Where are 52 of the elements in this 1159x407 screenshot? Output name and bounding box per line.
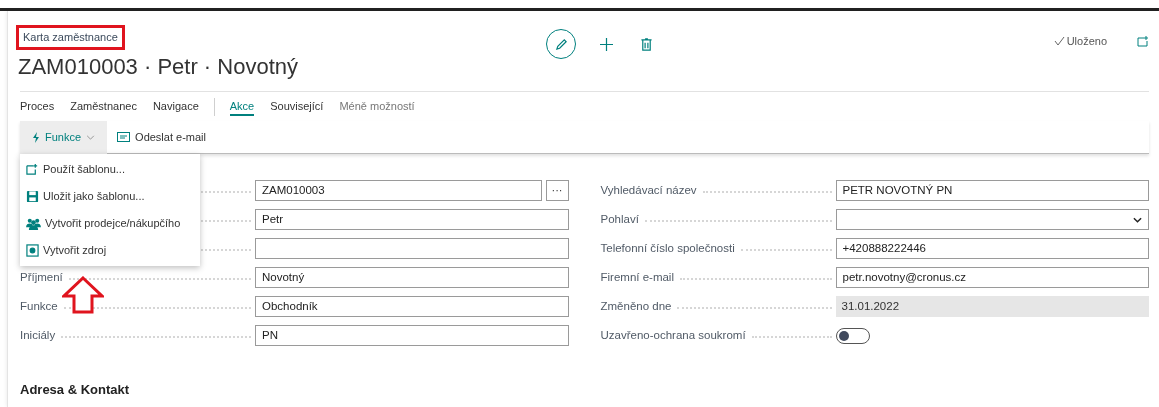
toggle-switch[interactable] (835, 327, 870, 344)
resource-icon (26, 244, 39, 257)
lightning-icon (32, 131, 40, 143)
menu-item[interactable]: Vytvořit prodejce/nákupčího (20, 210, 200, 237)
trash-icon (640, 37, 652, 51)
menu-item[interactable]: Vytvořit zdroj (20, 237, 200, 264)
field-label: Vyhledávací název (600, 182, 698, 198)
field-label: Telefonní číslo společnosti (600, 240, 736, 256)
input-field[interactable]: Novotný (255, 267, 569, 288)
menu-item[interactable]: Použít šablonu... (20, 156, 200, 183)
open-window-icon[interactable] (1137, 35, 1149, 47)
field-label: Firemní e-mail (600, 269, 675, 285)
arrow-annotation (62, 276, 104, 314)
field-label: Změněno dne (600, 298, 673, 314)
save-icon (26, 190, 39, 203)
lookup-button[interactable]: ··· (545, 180, 569, 201)
functions-menu-button[interactable]: Funkce (20, 120, 108, 154)
input-field[interactable]: Petr (255, 209, 569, 230)
input-field[interactable]: +420888222446 (835, 238, 1149, 259)
chevron-down-icon (1133, 216, 1142, 223)
field-label: Uzavřeno-ochrana soukromí (600, 327, 747, 343)
template-icon (26, 163, 39, 176)
tab[interactable]: Navigace (152, 97, 199, 116)
input-field[interactable]: ZAM010003 (255, 180, 542, 201)
tab[interactable]: Související (270, 97, 324, 116)
field-label: Pohlaví (600, 211, 640, 227)
save-status: Uloženo (1066, 34, 1107, 49)
less-options-link[interactable]: Méně možností (339, 97, 415, 116)
breadcrumb: Karta zaměstnance (23, 31, 118, 44)
plus-icon (599, 37, 613, 51)
tab[interactable]: Proces (20, 97, 55, 116)
input-field[interactable]: petr.novotny@cronus.cz (835, 267, 1149, 288)
section-heading: Adresa & Kontakt (20, 381, 131, 399)
chevron-down-icon (86, 134, 96, 140)
input-field[interactable]: PETR NOVOTNÝ PN (835, 180, 1149, 201)
input-field[interactable]: PN (255, 325, 569, 346)
field-label: Iniciály (20, 327, 57, 343)
tab[interactable]: Zaměstnanec (70, 97, 137, 116)
pencil-icon (554, 37, 568, 51)
tab[interactable]: Akce (229, 97, 255, 116)
send-email-button[interactable]: Odeslat e-mail (107, 120, 216, 154)
dropdown-field[interactable] (835, 209, 1149, 230)
field-label: Příjmení (20, 269, 64, 285)
page-title: ZAM010003 · Petr · Novotný (18, 53, 299, 81)
people-icon (26, 217, 41, 230)
input-field[interactable] (255, 238, 569, 259)
field-label: Funkce (20, 298, 59, 314)
menu-item[interactable]: Uložit jako šablonu... (20, 183, 200, 210)
email-card-icon (117, 132, 131, 142)
input-field: 31.01.2022 (835, 296, 1149, 317)
input-field[interactable]: Obchodník (255, 296, 569, 317)
check-icon (1053, 36, 1065, 47)
